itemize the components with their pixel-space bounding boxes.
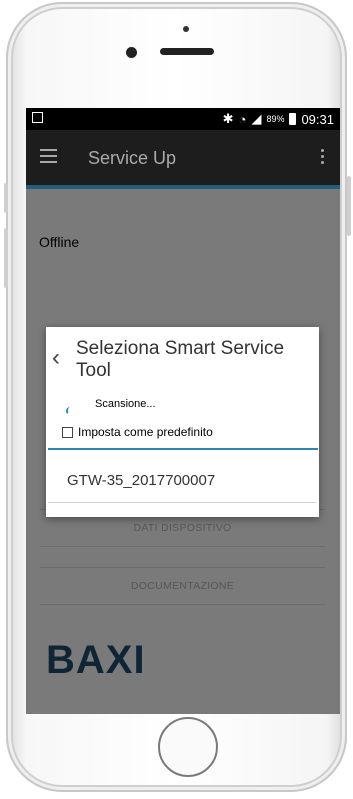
default-checkbox-label: Imposta come predefinito: [78, 425, 213, 439]
back-icon[interactable]: ‹: [52, 344, 60, 372]
scan-status: Scansione...: [95, 398, 156, 410]
dialog-title: Seleziona Smart Service Tool: [76, 338, 285, 381]
app-title: Service Up: [88, 148, 177, 168]
clock: 09:31: [301, 111, 334, 127]
baxi-logo: BAXI: [46, 638, 146, 682]
select-tool-dialog: ‹ Seleziona Smart Service Tool Scansione…: [46, 327, 319, 517]
wifi-icon: ◔: [238, 111, 247, 127]
volume-button: [4, 228, 8, 288]
divider: [48, 502, 316, 503]
battery-icon: [289, 113, 297, 125]
power-button: [347, 176, 351, 236]
default-checkbox-row[interactable]: Imposta come predefinito: [62, 425, 213, 439]
screen: ✱ ◔ ◢ 89% 09:31 Service Up Offline DATI …: [26, 108, 340, 714]
menu-icon[interactable]: [40, 149, 57, 163]
app-bar: Service Up: [26, 130, 340, 189]
speaker: [160, 48, 214, 55]
signal-icon: ◢: [251, 111, 262, 126]
camera: [126, 47, 137, 58]
device-list-item[interactable]: GTW-35_2017700007: [67, 472, 215, 489]
battery-percent: 89%: [266, 114, 285, 124]
sensor: [183, 26, 189, 32]
status-bar: ✱ ◔ ◢ 89% 09:31: [26, 108, 340, 130]
bluetooth-icon: ✱: [222, 111, 234, 126]
side-button: [4, 183, 8, 213]
home-button[interactable]: [158, 717, 218, 777]
connection-status: Offline: [39, 234, 80, 250]
notification-icon: [32, 112, 43, 123]
status-icons: ✱ ◔ ◢ 89% 09:31: [223, 111, 334, 127]
divider: [48, 448, 318, 450]
overflow-menu-icon[interactable]: [321, 149, 324, 164]
documentation-button[interactable]: DOCUMENTAZIONE: [40, 567, 325, 605]
default-checkbox[interactable]: [62, 426, 73, 438]
loading-spinner-icon: [66, 407, 74, 415]
